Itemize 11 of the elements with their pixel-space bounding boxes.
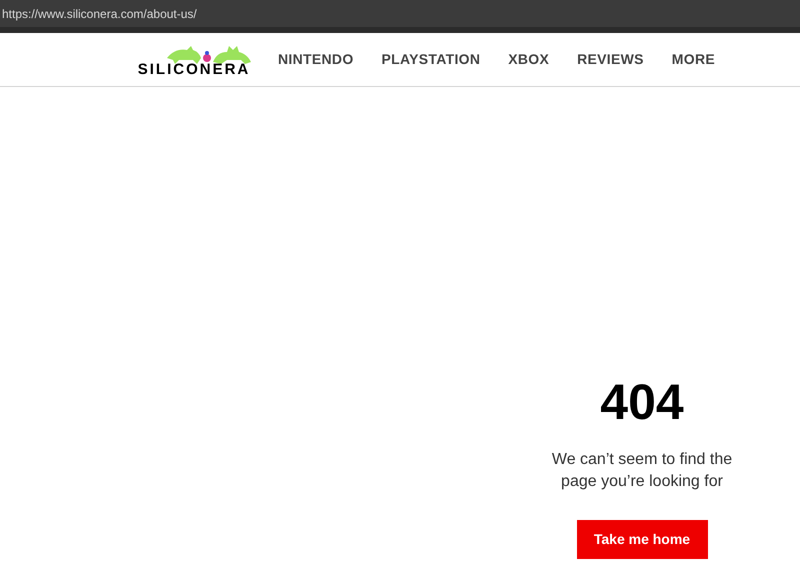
nav-link[interactable]: NINTENDO [278, 49, 354, 70]
error-message: We can’t seem to find the page you’re looking for [550, 450, 734, 492]
nav-link[interactable]: MORE [672, 49, 715, 70]
dinosaur-icon [165, 44, 253, 66]
nav-link[interactable]: PLAYSTATION [382, 49, 480, 70]
nav-link[interactable]: REVIEWS [577, 49, 644, 70]
site-logo[interactable]: SILICONERA [135, 42, 253, 78]
home-button[interactable]: Take me home [576, 520, 708, 559]
nav-link[interactable]: XBOX [508, 49, 550, 70]
url-text[interactable]: https://www.siliconera.com/about-us/ [2, 4, 197, 22]
error-code: 404 [600, 377, 684, 427]
